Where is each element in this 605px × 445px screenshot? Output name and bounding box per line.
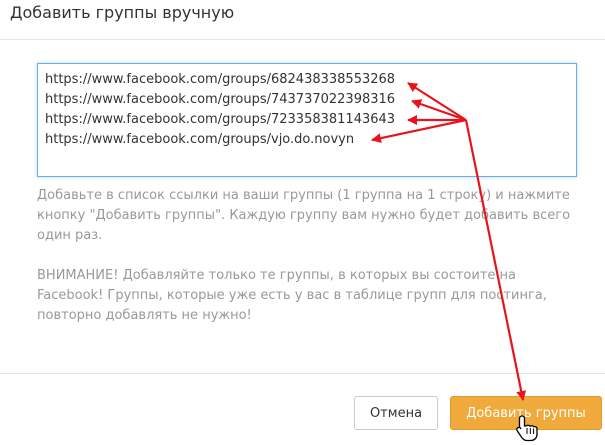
dialog-header: Добавить группы вручную bbox=[0, 0, 605, 40]
group-links-textarea[interactable]: https://www.facebook.com/groups/68243833… bbox=[37, 63, 577, 177]
add-groups-button[interactable]: Добавить группы bbox=[450, 396, 602, 430]
dialog-title: Добавить группы вручную bbox=[10, 3, 235, 22]
add-groups-dialog: Добавить группы вручную https://www.face… bbox=[0, 0, 605, 445]
help-text-instructions: Добавьте в список ссылки на ваши группы … bbox=[37, 188, 571, 243]
cancel-button[interactable]: Отмена bbox=[354, 396, 438, 430]
help-text-warning: ВНИМАНИЕ! Добавляйте только те группы, в… bbox=[37, 268, 547, 323]
